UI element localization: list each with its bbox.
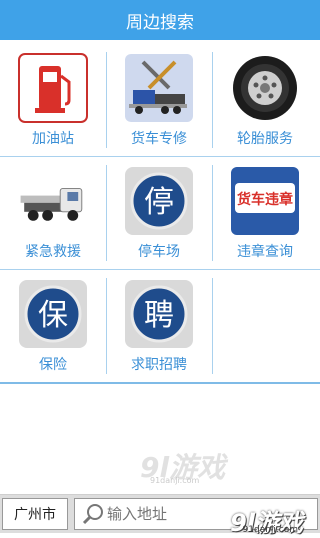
tow-truck-icon [20,187,83,221]
grid-item-label: 紧急救援 [25,244,81,260]
violation-icon: 货车违章 [231,167,299,235]
watermark-site: 91danji.com [150,476,200,485]
violation-glyph: 货车违章 [236,191,293,208]
tire-icon [233,56,297,120]
recruit-icon: 聘 [125,280,193,348]
address-input[interactable] [105,504,199,524]
gas-station-icon [18,53,88,123]
search-icon [82,504,103,525]
grid-item-label: 货车专修 [131,131,187,147]
grid-item-gas-station[interactable]: 加油站 [0,44,106,156]
bottom-search-bar: 广州市 9l游戏 91danji.com [0,494,320,537]
insurance-icon: 保 [19,280,87,348]
grid-item-empty [212,270,318,382]
grid-row: 紧急救援 停 停车场 货车违章 违章查询 [0,157,320,270]
city-selector-button[interactable]: 广州市 [2,498,68,530]
grid-item-truck-repair[interactable]: 货车专修 [106,44,212,156]
grid-item-violation[interactable]: 货车违章 违章查询 [212,157,318,269]
grid-row: 加油站 货车专修 轮胎服务 [0,44,320,157]
service-grid: 加油站 货车专修 轮胎服务 紧急救援 停 停车场 货车违章 违章查询 保 保险 … [0,44,320,384]
header: 周边搜索 [0,0,320,40]
grid-item-parking[interactable]: 停 停车场 [106,157,212,269]
grid-item-label: 加油站 [32,131,74,147]
grid-item-label: 轮胎服务 [237,131,293,147]
recruit-glyph: 聘 [144,298,174,333]
grid-item-label: 停车场 [138,244,180,260]
grid-row: 保 保险 聘 求职招聘 [0,270,320,384]
grid-item-rescue[interactable]: 紧急救援 [0,157,106,269]
page-title: 周边搜索 [126,12,194,33]
grid-item-insurance[interactable]: 保 保险 [0,270,106,382]
grid-item-label: 保险 [39,357,67,373]
grid-item-tire[interactable]: 轮胎服务 [212,44,318,156]
parking-icon: 停 [125,167,193,235]
grid-item-recruit[interactable]: 聘 求职招聘 [106,270,212,382]
grid-item-label: 违章查询 [237,244,293,260]
grid-item-label: 求职招聘 [131,357,187,373]
truck-repair-icon [125,54,193,122]
insurance-glyph: 保 [38,298,68,333]
parking-glyph: 停 [144,185,174,220]
brand-watermark-site: 91danji.com [242,525,298,535]
